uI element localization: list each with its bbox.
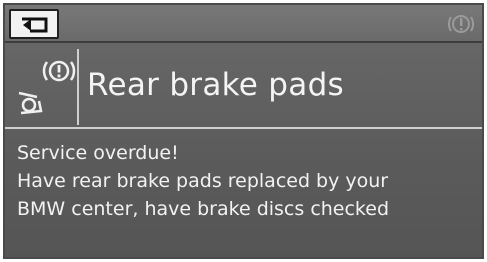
- service-warning-icon: [446, 9, 476, 39]
- notification-header: Rear brake pads: [5, 45, 482, 129]
- brake-pads-warning-icon: [7, 49, 79, 125]
- notification-message: Service overdue! Have rear brake pads re…: [17, 139, 477, 223]
- message-line: BMW center, have brake discs checked: [17, 198, 390, 220]
- back-arrow-icon: [22, 17, 48, 33]
- message-line: Service overdue!: [17, 142, 179, 164]
- notification-title: Rear brake pads: [87, 67, 345, 103]
- back-button[interactable]: [9, 9, 59, 39]
- check-control-panel: Rear brake pads Service overdue! Have re…: [3, 3, 484, 259]
- idrive-screen: Rear brake pads Service overdue! Have re…: [0, 0, 487, 262]
- message-line: Have rear brake pads replaced by your: [17, 170, 389, 192]
- top-bar: [5, 5, 482, 43]
